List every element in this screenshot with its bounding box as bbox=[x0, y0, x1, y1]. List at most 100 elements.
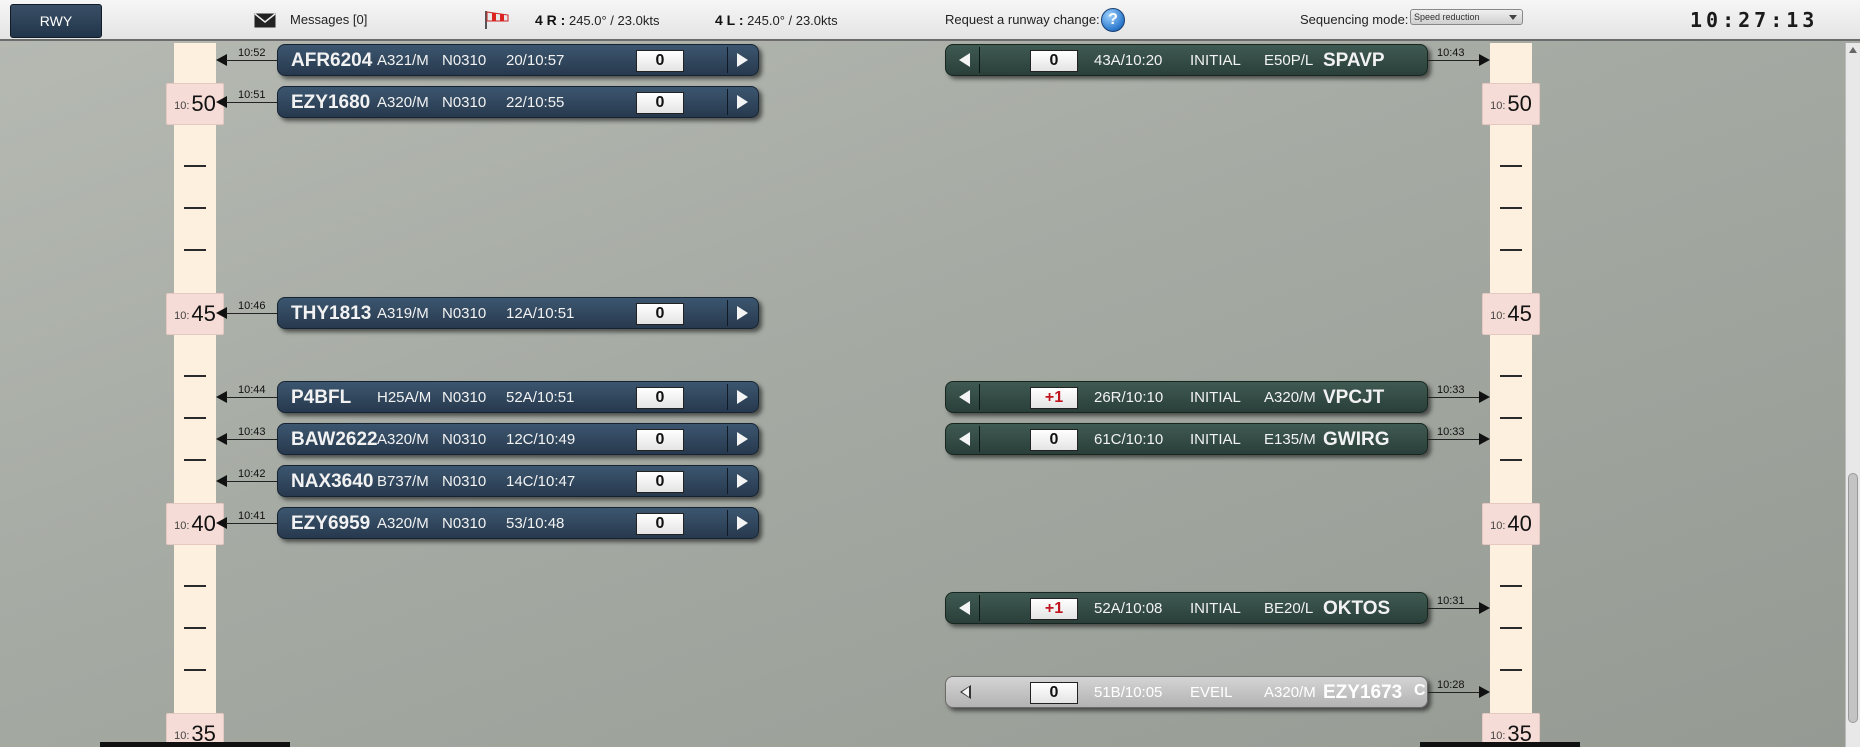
aircraft-type: A320/M bbox=[377, 94, 429, 111]
time-tick bbox=[184, 627, 206, 629]
arrow-right-icon bbox=[1479, 54, 1490, 66]
delay-counter[interactable]: 0 bbox=[1030, 50, 1078, 72]
envelope-icon[interactable] bbox=[254, 13, 276, 28]
delay-counter[interactable]: 0 bbox=[1030, 682, 1078, 704]
arrow-right-button[interactable] bbox=[727, 468, 757, 494]
pointer-line bbox=[226, 397, 278, 398]
delay-counter[interactable]: 0 bbox=[636, 92, 684, 114]
arrow-left-button[interactable] bbox=[950, 595, 980, 621]
aircraft-type: A320/M bbox=[377, 515, 429, 532]
arrival-strip[interactable]: NAX3640 B737/M N0310 14C/10:47 0 bbox=[277, 465, 759, 497]
time-tick bbox=[184, 249, 206, 251]
arrival-time-label: 10:52 bbox=[238, 47, 266, 59]
delay-counter[interactable]: 0 bbox=[636, 387, 684, 409]
slot-time: 52A/10:51 bbox=[506, 389, 575, 406]
messages-label[interactable]: Messages [0] bbox=[290, 12, 367, 27]
delay-counter[interactable]: 0 bbox=[636, 429, 684, 451]
vertical-scrollbar[interactable] bbox=[1845, 43, 1860, 747]
departure-time-label: 10:33 bbox=[1437, 426, 1465, 438]
slot-time: 12A/10:51 bbox=[506, 305, 575, 322]
delay-counter[interactable]: 0 bbox=[636, 50, 684, 72]
play-right-icon bbox=[737, 516, 748, 530]
arrow-right-button[interactable] bbox=[727, 47, 757, 73]
arrow-right-button[interactable] bbox=[727, 300, 757, 326]
route-speed: N0310 bbox=[442, 305, 487, 322]
play-left-outline-icon bbox=[959, 685, 971, 699]
arrival-strip[interactable]: EZY6959 A320/M N0310 53/10:48 0 bbox=[277, 507, 759, 539]
arrow-right-button[interactable] bbox=[727, 510, 757, 536]
arrow-right-button[interactable] bbox=[727, 89, 757, 115]
delay-counter[interactable]: 0 bbox=[636, 303, 684, 325]
callsign: THY1813 bbox=[291, 303, 372, 324]
arrow-left-button[interactable] bbox=[950, 47, 980, 73]
delay-counter[interactable]: 0 bbox=[636, 471, 684, 493]
wind-runway-4r: 4 R : 245.0° / 23.0kts bbox=[535, 12, 660, 28]
arrival-strip[interactable]: P4BFL H25A/M N0310 52A/10:51 0 bbox=[277, 381, 759, 413]
status: INITIAL bbox=[1190, 52, 1241, 69]
departure-strip[interactable]: +1 26R/10:10 INITIAL A320/M VPCJT bbox=[945, 381, 1428, 413]
arrival-strip[interactable]: BAW2622 A320/M N0310 12C/10:49 0 bbox=[277, 423, 759, 455]
arrival-strip[interactable]: THY1813 A319/M N0310 12A/10:51 0 bbox=[277, 297, 759, 329]
arrow-left-button[interactable] bbox=[950, 426, 980, 452]
play-right-icon bbox=[737, 95, 748, 109]
callsign: BAW2622 bbox=[291, 429, 378, 450]
arrival-time-label: 10:42 bbox=[238, 468, 266, 480]
slot-time: 22/10:55 bbox=[506, 94, 565, 111]
pointer-line bbox=[1428, 692, 1479, 693]
delay-counter[interactable]: 0 bbox=[1030, 429, 1078, 451]
sequencing-mode-select[interactable]: Speed reduction bbox=[1410, 9, 1523, 25]
departure-strip[interactable]: +1 52A/10:08 INITIAL BE20/L OKTOS bbox=[945, 592, 1428, 624]
play-right-icon bbox=[737, 306, 748, 320]
aircraft-type: E135/M bbox=[1264, 431, 1316, 448]
rwy-button[interactable]: RWY bbox=[10, 4, 102, 38]
aircraft-type: A321/M bbox=[377, 52, 429, 69]
scroll-up-icon[interactable] bbox=[1849, 47, 1857, 53]
aircraft-type: H25A/M bbox=[377, 389, 432, 406]
pointer-line bbox=[1428, 608, 1479, 609]
callsign: EZY1680 bbox=[291, 92, 371, 113]
aircraft-type: E50P/L bbox=[1264, 52, 1314, 69]
time-tick bbox=[184, 417, 206, 419]
route-speed: N0310 bbox=[442, 389, 487, 406]
callsign: AFR6204 bbox=[291, 50, 373, 71]
departure-strip[interactable]: 0 43A/10:20 INITIAL E50P/L SPAVP bbox=[945, 44, 1428, 76]
time-mark-45: 10: 45 bbox=[1482, 293, 1540, 335]
play-left-icon bbox=[959, 432, 970, 446]
time-tick bbox=[1500, 417, 1522, 419]
arrow-right-button[interactable] bbox=[727, 426, 757, 452]
arrow-left-button[interactable] bbox=[950, 679, 980, 705]
time-mark-40: 10: 40 bbox=[1482, 503, 1540, 545]
slot-time: 53/10:48 bbox=[506, 515, 565, 532]
slot-time: 26R/10:10 bbox=[1094, 389, 1164, 406]
slot-time: 43A/10:20 bbox=[1094, 52, 1163, 69]
arrow-right-icon bbox=[1479, 602, 1490, 614]
pointer-line bbox=[226, 439, 278, 440]
aircraft-type: A320/M bbox=[377, 431, 429, 448]
slot-time: 52A/10:08 bbox=[1094, 600, 1163, 617]
clock-display: 10:27:13 bbox=[1690, 8, 1819, 32]
sequencing-mode-label: Sequencing mode: bbox=[1300, 12, 1409, 27]
delay-counter[interactable]: 0 bbox=[636, 513, 684, 535]
arrow-right-button[interactable] bbox=[727, 384, 757, 410]
play-right-icon bbox=[737, 474, 748, 488]
arrow-left-button[interactable] bbox=[950, 384, 980, 410]
aircraft-type: B737/M bbox=[377, 473, 429, 490]
callsign: VPCJT bbox=[1323, 387, 1385, 408]
route-speed: N0310 bbox=[442, 431, 487, 448]
callsign: NAX3640 bbox=[291, 471, 374, 492]
callsign: GWIRG bbox=[1323, 429, 1390, 450]
time-tick bbox=[184, 669, 206, 671]
help-icon[interactable]: ? bbox=[1101, 8, 1125, 32]
slot-time: 20/10:57 bbox=[506, 52, 565, 69]
arrow-right-icon bbox=[1479, 391, 1490, 403]
callsign: SPAVP bbox=[1323, 50, 1385, 71]
delay-counter[interactable]: +1 bbox=[1030, 598, 1078, 620]
departure-strip[interactable]: 0 61C/10:10 INITIAL E135/M GWIRG bbox=[945, 423, 1428, 455]
delay-counter[interactable]: +1 bbox=[1030, 387, 1078, 409]
slot-time: 12C/10:49 bbox=[506, 431, 576, 448]
departure-strip-inactive[interactable]: 0 51B/10:05 EVEIL A320/M EZY1673 C bbox=[945, 676, 1428, 708]
scroll-thumb[interactable] bbox=[1848, 473, 1858, 723]
arrival-strip[interactable]: AFR6204 A321/M N0310 20/10:57 0 bbox=[277, 44, 759, 76]
arrival-strip[interactable]: EZY1680 A320/M N0310 22/10:55 0 bbox=[277, 86, 759, 118]
time-tick bbox=[1500, 627, 1522, 629]
